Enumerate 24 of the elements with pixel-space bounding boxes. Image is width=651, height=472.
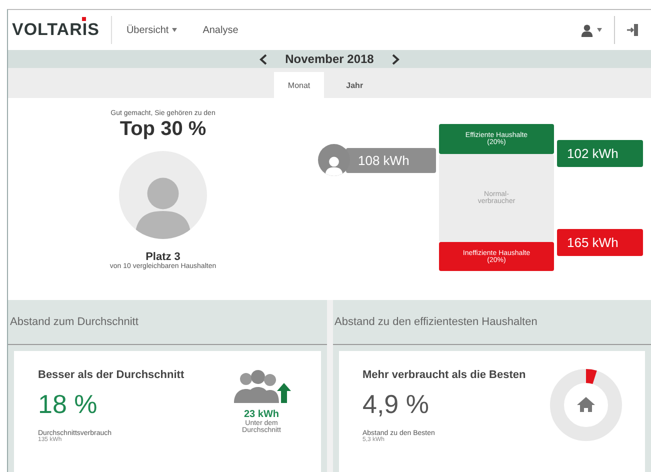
card-heading: Mehr verbraucht als die Besten xyxy=(362,369,527,381)
caret-icon xyxy=(597,28,602,32)
percentage-value: 18 % xyxy=(38,389,98,420)
inefficient-value-tag: 165 kWh xyxy=(557,229,643,256)
section-title: Abstand zu den effizientesten Haushalten xyxy=(332,300,651,345)
ranking-headline: Top 30 % xyxy=(120,118,206,141)
card-heading: Besser als der Durchschnitt xyxy=(38,369,186,381)
user-consumption-tag: 108 kWh xyxy=(346,148,436,172)
people-arrow-icon xyxy=(232,369,292,405)
logo[interactable]: VOLTARIS xyxy=(12,16,112,44)
percentage-value: 4,9 % xyxy=(362,389,430,420)
house-icon xyxy=(577,397,595,412)
user-icon xyxy=(580,23,594,37)
difference-value: 23 kWh xyxy=(244,409,279,420)
efficient-value-tag: 102 kWh xyxy=(557,140,643,167)
period-label: November 2018 xyxy=(285,52,374,66)
period-tab[interactable]: Jahr xyxy=(332,72,378,98)
period-tab[interactable]: Monat xyxy=(274,72,324,98)
nav-link[interactable]: Analyse xyxy=(202,24,238,36)
user-icon xyxy=(318,144,350,176)
ranking-place: Platz 3 xyxy=(146,251,180,263)
nav-link[interactable]: Übersicht xyxy=(126,24,177,36)
section-title: Abstand zum Durchschnitt xyxy=(8,300,326,345)
caret-icon xyxy=(172,28,177,32)
